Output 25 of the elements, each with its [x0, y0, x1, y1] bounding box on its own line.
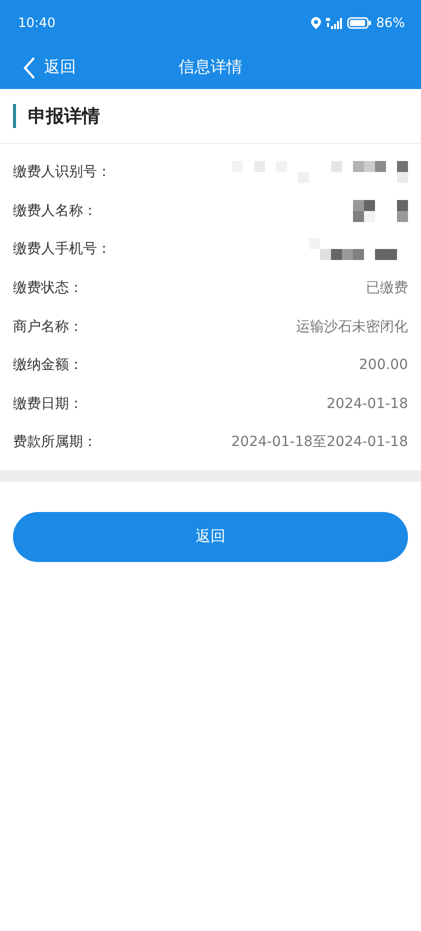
field-label: 缴费状态：: [13, 279, 83, 298]
signal-icon: [326, 17, 342, 29]
section-accent: [13, 104, 16, 128]
status-time: 10:40: [18, 16, 56, 30]
field-label: 缴费人识别号：: [13, 163, 111, 182]
field-label: 缴纳金额：: [13, 356, 83, 374]
section-title: 申报详情: [28, 105, 100, 128]
back-button[interactable]: 返回: [13, 512, 408, 562]
field-label: 费款所属期：: [13, 433, 97, 452]
page-title: 信息详情: [178, 57, 242, 78]
field-label: 缴费人手机号：: [13, 240, 111, 258]
field-label: 缴费人名称：: [13, 202, 97, 220]
field-label: 商户名称：: [13, 318, 83, 336]
field-value: 200.00: [359, 357, 408, 374]
field-value: 2024-01-18: [326, 396, 408, 412]
field-label: 缴费日期：: [13, 394, 83, 413]
battery-level: 86%: [376, 16, 405, 30]
back-icon: [22, 56, 36, 80]
location-icon: [311, 17, 322, 29]
field-value: 运输沙石未密闭化: [296, 318, 408, 336]
field-value: 2024-01-18至2024-01-18: [231, 433, 408, 452]
redacted-value-drawing: [353, 200, 408, 222]
field-value: 已缴费: [366, 279, 408, 298]
back-button[interactable]: 返回: [22, 56, 76, 80]
battery-icon: [347, 17, 372, 29]
